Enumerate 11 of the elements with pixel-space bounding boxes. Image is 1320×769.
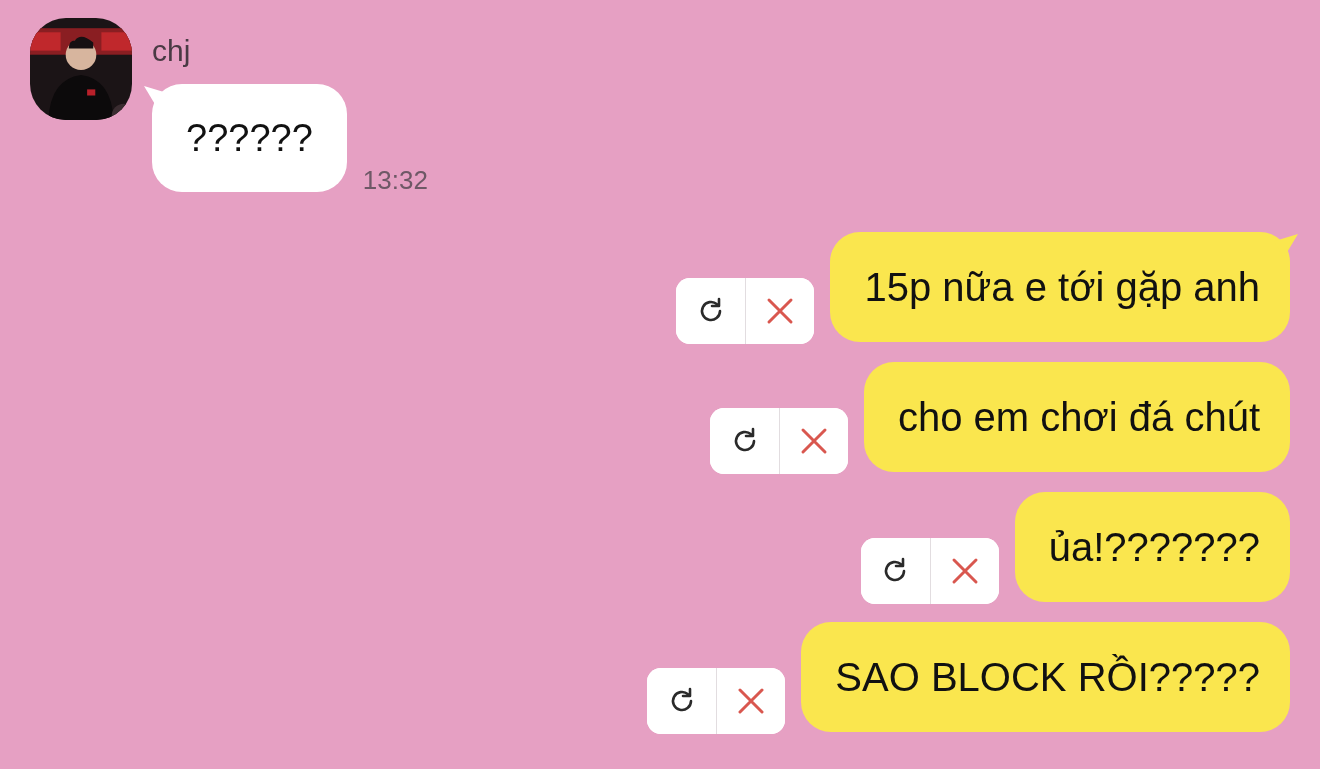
message-time: 13:32 [362, 165, 428, 196]
sender-name: chj [152, 34, 192, 68]
message-text: ?????? [186, 116, 313, 160]
message-text: cho em chơi đá chút [898, 394, 1260, 440]
delete-button[interactable] [716, 668, 786, 734]
message-text: ủa!??????? [1048, 524, 1260, 570]
delete-button[interactable] [779, 408, 848, 474]
delete-button[interactable] [745, 278, 815, 344]
message-text: SAO BLOCK RỒI????? [835, 654, 1260, 700]
message-text: 15p nữa e tới gặp anh [864, 264, 1260, 310]
delete-button[interactable] [929, 538, 999, 604]
